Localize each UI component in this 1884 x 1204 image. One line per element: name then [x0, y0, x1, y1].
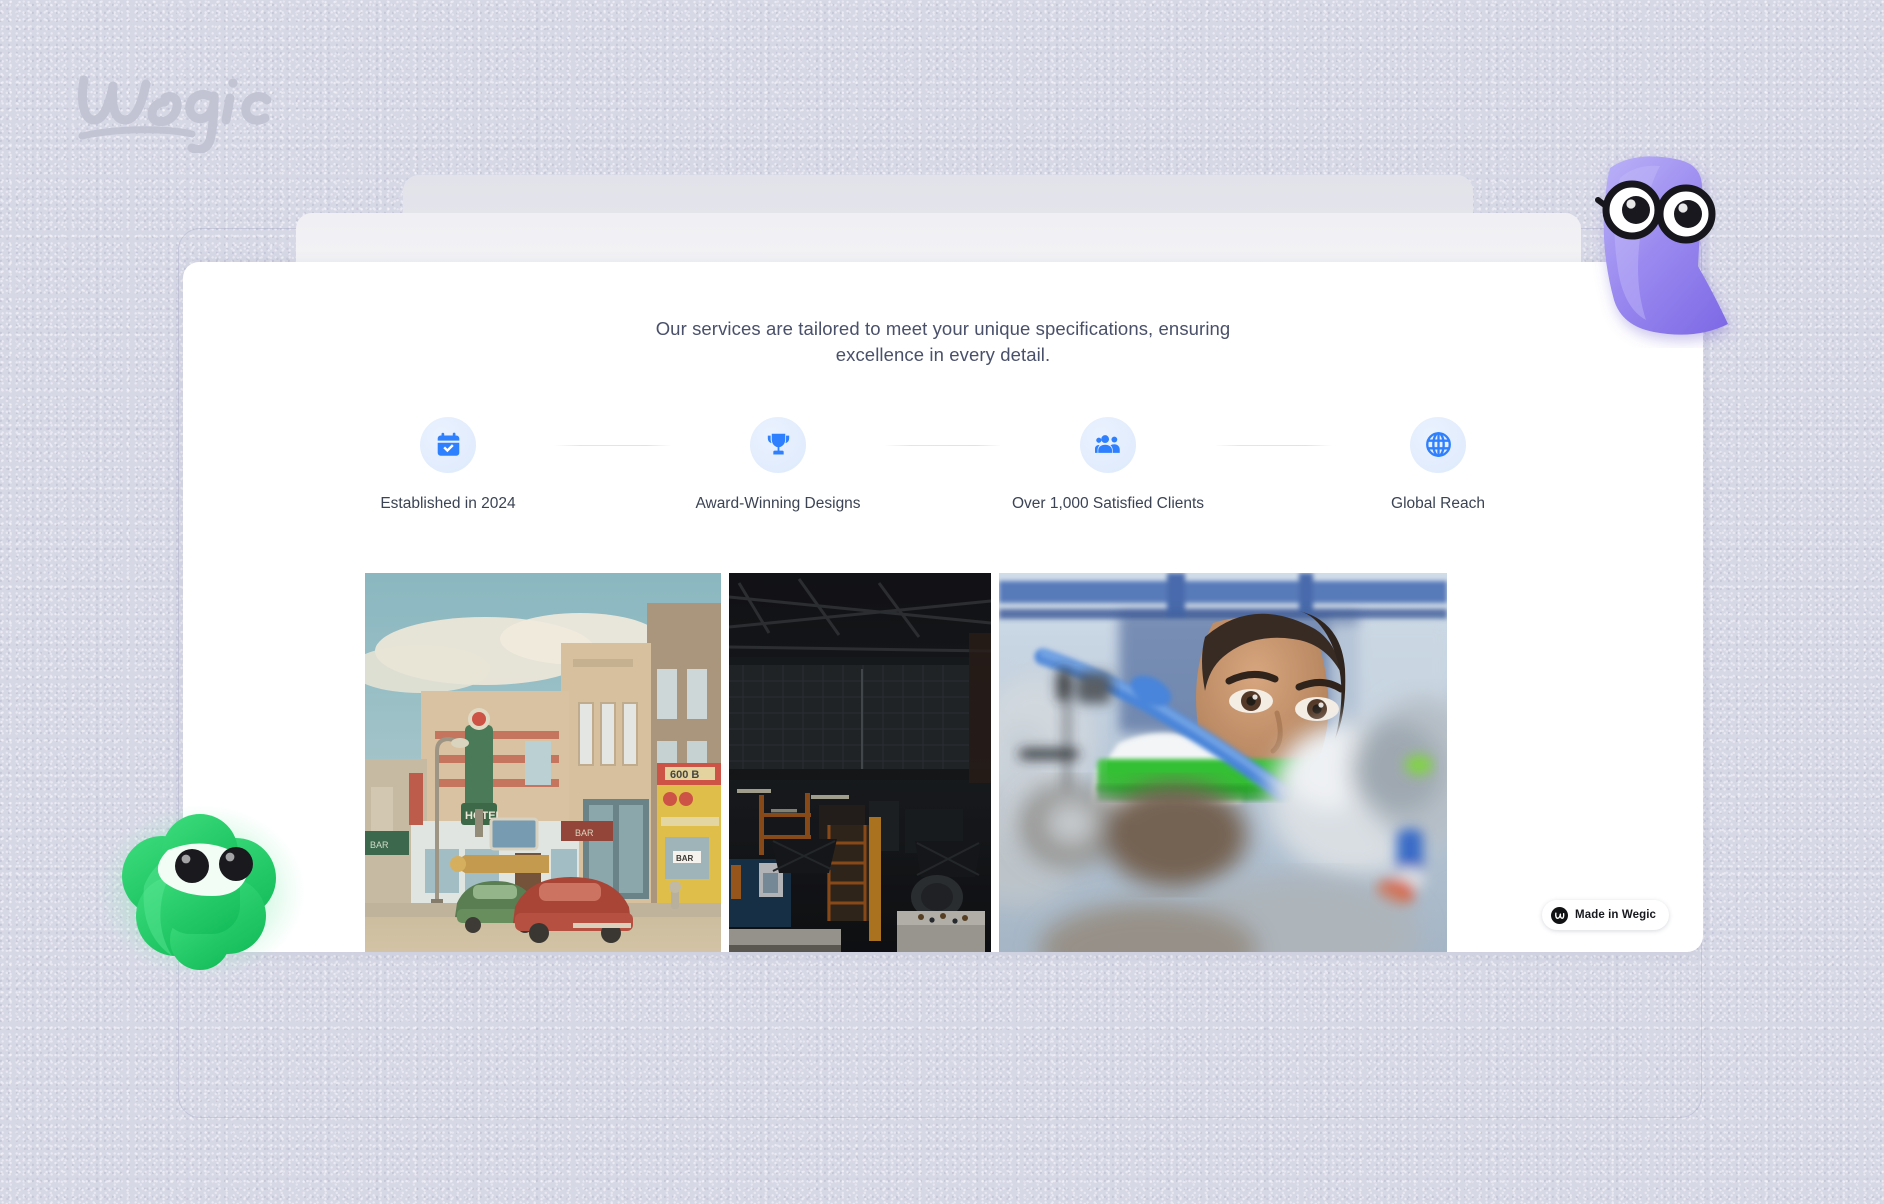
made-in-wegic-label: Made in Wegic	[1575, 909, 1656, 921]
feature-icon-badge	[750, 416, 806, 473]
feature-connector-line	[1214, 444, 1332, 446]
page-background: Our services are tailored to meet your u…	[0, 0, 1884, 1204]
made-in-wegic-badge[interactable]: Made in Wegic	[1542, 900, 1669, 930]
feature-connector-line	[884, 444, 1002, 446]
feature-awards[interactable]: Award-Winning Designs	[672, 416, 884, 513]
gallery-image-lab-technician[interactable]	[999, 572, 1447, 952]
people-group-icon	[1094, 435, 1120, 453]
feature-global-reach[interactable]: Global Reach	[1332, 416, 1544, 513]
intro-paragraph: Our services are tailored to meet your u…	[655, 318, 1231, 366]
mascot-green-blob	[96, 800, 306, 980]
feature-label: Over 1,000 Satisfied Clients	[1011, 494, 1205, 512]
feature-label: Global Reach	[1391, 494, 1485, 512]
feature-icon-badge	[1080, 416, 1136, 473]
gallery-image-mainstreet[interactable]: 600 B BAR HOTEL BAR BAR	[365, 572, 721, 952]
feature-icon-badge	[420, 416, 476, 473]
wegic-mark-icon	[1551, 906, 1569, 924]
globe-icon	[1425, 432, 1451, 457]
image-gallery: 600 B BAR HOTEL BAR BAR	[183, 572, 1703, 952]
site-preview-card: Our services are tailored to meet your u…	[183, 262, 1703, 952]
feature-icon-badge	[1410, 416, 1466, 473]
mascot-purple-blob	[1576, 148, 1752, 348]
features-row: Established in 2024 Award-Winning Design…	[183, 416, 1703, 513]
feature-label: Award-Winning Designs	[695, 494, 861, 512]
feature-established[interactable]: Established in 2024	[342, 416, 554, 513]
gallery-image-factory[interactable]	[729, 572, 991, 952]
feature-clients[interactable]: Over 1,000 Satisfied Clients	[1002, 416, 1214, 513]
wegic-logo	[70, 58, 285, 153]
feature-label: Established in 2024	[380, 494, 516, 512]
calendar-check-icon	[437, 432, 459, 456]
trophy-icon	[767, 433, 789, 455]
feature-connector-line	[554, 444, 672, 446]
